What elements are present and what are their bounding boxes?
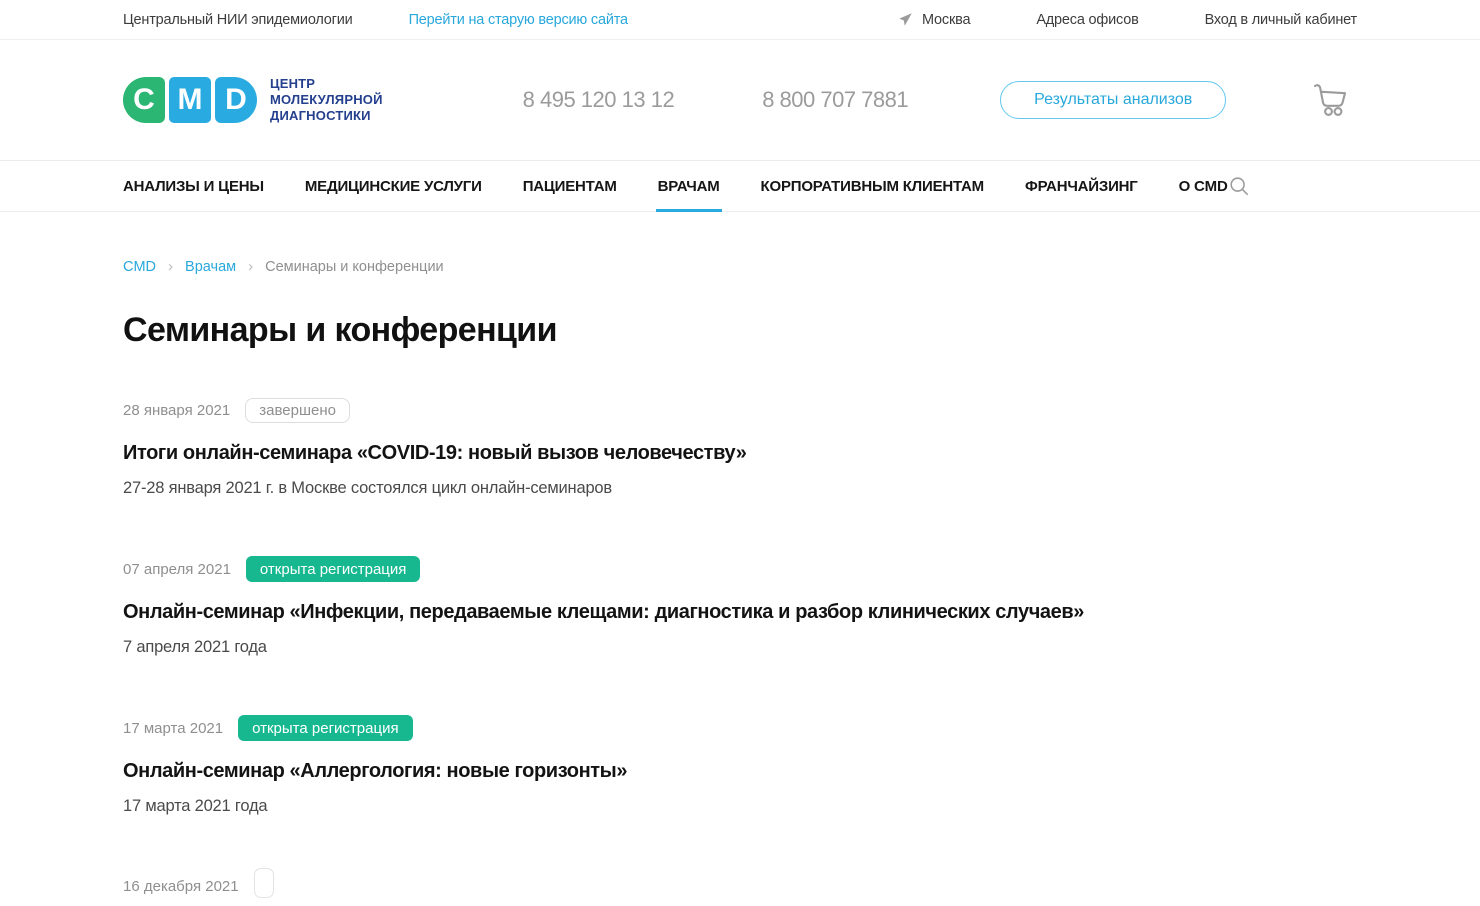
status-badge: открыта регистрация xyxy=(238,715,412,741)
nav-item[interactable]: МЕДИЦИНСКИЕ УСЛУГИ xyxy=(305,161,482,211)
seminar-item: 17 марта 2021 открыта регистрация Онлайн… xyxy=(123,715,1357,816)
shopping-cart-icon xyxy=(1307,81,1349,119)
status-badge: открыта регистрация xyxy=(246,556,420,582)
seminar-item: 16 декабря 2021 Участие Центрального НИИ… xyxy=(123,874,1357,906)
phone-secondary[interactable]: 8 800 707 7881 xyxy=(762,87,908,113)
breadcrumb-item[interactable]: CMD xyxy=(123,259,156,275)
page-title: Семинары и конференции xyxy=(123,311,1357,350)
city-label: Москва xyxy=(922,12,970,28)
breadcrumb: CMD › Врачам › Семинары и конференции xyxy=(123,258,1357,275)
location-icon xyxy=(898,12,913,27)
seminar-meta: 17 марта 2021 открыта регистрация xyxy=(123,715,1357,741)
seminar-subtitle: 7 апреля 2021 года xyxy=(123,638,1357,657)
phone-primary[interactable]: 8 495 120 13 12 xyxy=(523,87,675,113)
seminar-list: 28 января 2021 завершено Итоги онлайн-се… xyxy=(123,398,1357,906)
main-nav: АНАЛИЗЫ И ЦЕНЫ МЕДИЦИНСКИЕ УСЛУГИ ПАЦИЕНТА… xyxy=(0,160,1480,212)
offices-link[interactable]: Адреса офисов xyxy=(1036,12,1138,28)
status-badge: завершено xyxy=(245,398,350,423)
nav-item[interactable]: О CMD xyxy=(1179,161,1228,211)
topbar: Центральный НИИ эпидемиологии Перейти на… xyxy=(0,0,1480,40)
seminar-item: 07 апреля 2021 открыта регистрация Онлай… xyxy=(123,556,1357,657)
main-nav-list: АНАЛИЗЫ И ЦЕНЫ МЕДИЦИНСКИЕ УСЛУГИ ПАЦИЕНТА… xyxy=(123,161,1228,211)
nav-item[interactable]: ВРАЧАМ xyxy=(658,161,720,211)
old-site-link[interactable]: Перейти на старую версию сайта xyxy=(409,12,628,28)
logo-letter-d: D xyxy=(215,77,257,123)
seminar-meta: 16 декабря 2021 xyxy=(123,874,1357,898)
seminar-date: 28 января 2021 xyxy=(123,402,230,419)
logo-tagline: ЦЕНТР МОЛЕКУЛЯРНОЙ ДИАГНОСТИКИ xyxy=(270,76,383,124)
nav-item[interactable]: ПАЦИЕНТАМ xyxy=(523,161,617,211)
cmd-logo[interactable]: C M D ЦЕНТР МОЛЕКУЛЯРНОЙ ДИАГНОСТИКИ xyxy=(123,76,383,124)
seminar-title[interactable]: Онлайн-семинар «Инфекции, передаваемые к… xyxy=(123,601,1357,624)
cmd-logo-blocks: C M D xyxy=(123,77,257,123)
seminar-subtitle: 27-28 января 2021 г. в Москве состоялся … xyxy=(123,479,1357,498)
header: C M D ЦЕНТР МОЛЕКУЛЯРНОЙ ДИАГНОСТИКИ 8 4… xyxy=(0,40,1480,160)
nav-item[interactable]: ФРАНЧАЙЗИНГ xyxy=(1025,161,1138,211)
breadcrumb-item[interactable]: Врачам xyxy=(185,259,236,275)
seminar-title[interactable]: Итоги онлайн-семинара «COVID-19: новый в… xyxy=(123,442,1357,465)
breadcrumb-separator: › xyxy=(168,258,173,275)
seminar-subtitle: 17 марта 2021 года xyxy=(123,797,1357,816)
logo-letter-m: M xyxy=(169,77,211,123)
breadcrumb-separator: › xyxy=(248,258,253,275)
login-link[interactable]: Вход в личный кабинет xyxy=(1205,12,1357,28)
seminar-item: 28 января 2021 завершено Итоги онлайн-се… xyxy=(123,398,1357,498)
org-name: Центральный НИИ эпидемиологии xyxy=(123,12,353,28)
nav-search-button[interactable] xyxy=(1228,175,1250,197)
seminar-date: 17 марта 2021 xyxy=(123,720,223,737)
seminar-date: 07 апреля 2021 xyxy=(123,561,231,578)
logo-letter-c: C xyxy=(123,77,165,123)
cart-button[interactable] xyxy=(1307,81,1349,119)
city-selector[interactable]: Москва xyxy=(898,12,970,28)
breadcrumb-item: Семинары и конференции xyxy=(265,259,444,275)
seminar-meta: 28 января 2021 завершено xyxy=(123,398,1357,423)
search-icon xyxy=(1228,175,1250,197)
status-badge xyxy=(254,868,274,898)
nav-item[interactable]: КОРПОРАТИВНЫМ КЛИЕНТАМ xyxy=(761,161,984,211)
nav-item[interactable]: АНАЛИЗЫ И ЦЕНЫ xyxy=(123,161,264,211)
seminar-meta: 07 апреля 2021 открыта регистрация xyxy=(123,556,1357,582)
main-content: CMD › Врачам › Семинары и конференции Семина… xyxy=(123,258,1357,906)
seminar-title[interactable]: Онлайн-семинар «Аллергология: новые гори… xyxy=(123,760,1357,783)
seminar-date: 16 декабря 2021 xyxy=(123,878,239,895)
results-button[interactable]: Результаты анализов xyxy=(1000,81,1226,119)
